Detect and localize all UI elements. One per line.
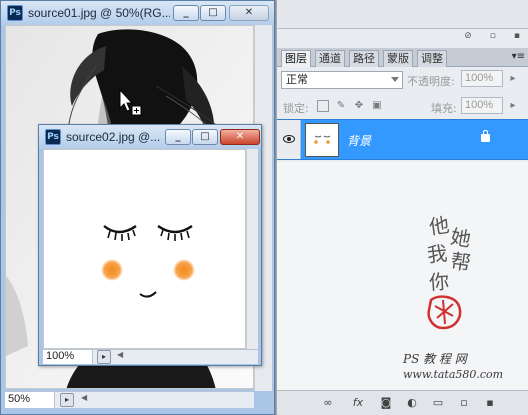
lock-all-icon[interactable]: ▣: [371, 100, 383, 112]
photoshop-icon: Ps: [45, 129, 61, 145]
watermark-site-url: www.tata580.com: [403, 368, 504, 381]
lock-brush-icon[interactable]: ✎: [335, 100, 347, 112]
layers-bottom-toolbar: ∞ fx ◙ ◐ ▭ ▫ ▪: [277, 390, 528, 415]
mask-icon[interactable]: ◙: [379, 396, 393, 410]
opacity-label: 不透明度:: [407, 75, 455, 88]
window-titlebar[interactable]: Ps source02.jpg @... _ □ ✕: [39, 125, 261, 149]
seal-stamp-icon: [427, 295, 462, 330]
panel-tabs: 图层 通道 路径 蒙版 调整 ▾≡: [277, 48, 528, 67]
status-info-button[interactable]: ▸: [97, 350, 111, 364]
blend-mode-select[interactable]: 正常: [281, 71, 403, 89]
minimize-button[interactable]: _: [173, 5, 199, 21]
link-icon[interactable]: ∞: [321, 396, 335, 410]
fill-field[interactable]: 100%: [461, 97, 503, 114]
opacity-arrow-icon[interactable]: ▸: [507, 73, 519, 85]
no-entry-icon[interactable]: ⊘: [464, 31, 472, 43]
trash-icon[interactable]: ▪: [483, 396, 497, 410]
layer-thumbnail: [305, 123, 339, 157]
watermark-char-4: 帮: [449, 248, 473, 276]
tab-channels[interactable]: 通道: [315, 50, 345, 67]
scroll-left-arrow-icon[interactable]: ◀: [117, 350, 123, 359]
lock-move-icon[interactable]: ✥: [353, 100, 365, 112]
panel-menu-icon[interactable]: ▾≡: [512, 51, 525, 62]
layers-list-area: 他 她 我 帮 你 PS 教 程 网 www.tata580.com: [277, 162, 528, 390]
photoshop-icon: Ps: [7, 5, 23, 21]
new-icon[interactable]: ▫: [490, 31, 496, 43]
close-button[interactable]: ✕: [220, 129, 260, 145]
scroll-left-arrow-icon[interactable]: ◀: [81, 393, 87, 402]
maximize-button[interactable]: □: [200, 5, 226, 21]
upper-panel-icons: ⊘ ▫ ▪: [464, 31, 520, 43]
fx-icon[interactable]: fx: [351, 396, 365, 410]
tab-layers[interactable]: 图层: [281, 50, 311, 67]
watermark-site-cn: PS 教 程 网: [403, 352, 467, 366]
layer-thumbnail-image: [314, 135, 331, 144]
zoom-level-field[interactable]: 50%: [5, 392, 55, 408]
lock-label: 锁定:: [283, 102, 309, 115]
tab-masks[interactable]: 蒙版: [383, 50, 413, 67]
layer-name[interactable]: 背景: [347, 132, 371, 149]
visibility-toggle[interactable]: [277, 120, 301, 159]
opacity-field[interactable]: 100%: [461, 70, 503, 87]
zoom-level-field[interactable]: 100%: [43, 350, 93, 364]
blend-mode-value: 正常: [286, 73, 308, 86]
trash-icon[interactable]: ▪: [514, 31, 520, 43]
adjustment-icon[interactable]: ◐: [405, 396, 419, 410]
lock-icon: [481, 130, 490, 142]
fill-label: 填充:: [431, 102, 457, 115]
fill-arrow-icon[interactable]: ▸: [507, 100, 519, 112]
status-bar: 50% ▸ ◀: [5, 391, 254, 408]
tab-adjustments[interactable]: 调整: [417, 50, 447, 67]
chevron-down-icon: [391, 77, 399, 82]
eye-icon: [283, 135, 295, 143]
lock-transparency-icon[interactable]: [317, 100, 329, 112]
maximize-button[interactable]: □: [192, 129, 218, 145]
layers-panel: ⊘ ▫ ▪ 图层 通道 路径 蒙版 调整 ▾≡ 正常 不透明度: 100% ▸ …: [276, 0, 528, 415]
minimize-button[interactable]: _: [165, 129, 191, 145]
cartoon-face-image: [101, 225, 195, 298]
document-window-source02[interactable]: Ps source02.jpg @... _ □ ✕ 100% ▸ ◀: [38, 124, 262, 366]
window-titlebar[interactable]: Ps source01.jpg @ 50%(RG... _ □ ✕: [1, 1, 274, 25]
status-info-button[interactable]: ▸: [60, 393, 74, 407]
upper-panel-strip: [277, 0, 528, 29]
vertical-scrollbar[interactable]: [246, 149, 258, 349]
close-button[interactable]: ✕: [229, 5, 269, 21]
image-canvas[interactable]: [43, 149, 246, 349]
new-layer-icon[interactable]: ▫: [457, 396, 471, 410]
watermark-char-3: 我: [425, 241, 449, 267]
folder-icon[interactable]: ▭: [431, 396, 445, 410]
window-title: source02.jpg @...: [66, 130, 161, 144]
status-bar: 100% ▸ ◀: [43, 349, 258, 364]
watermark-char-1: 他: [427, 212, 451, 240]
window-title: source01.jpg @ 50%(RG...: [28, 6, 170, 20]
layer-row[interactable]: 背景: [277, 119, 528, 160]
tab-paths[interactable]: 路径: [349, 50, 379, 67]
